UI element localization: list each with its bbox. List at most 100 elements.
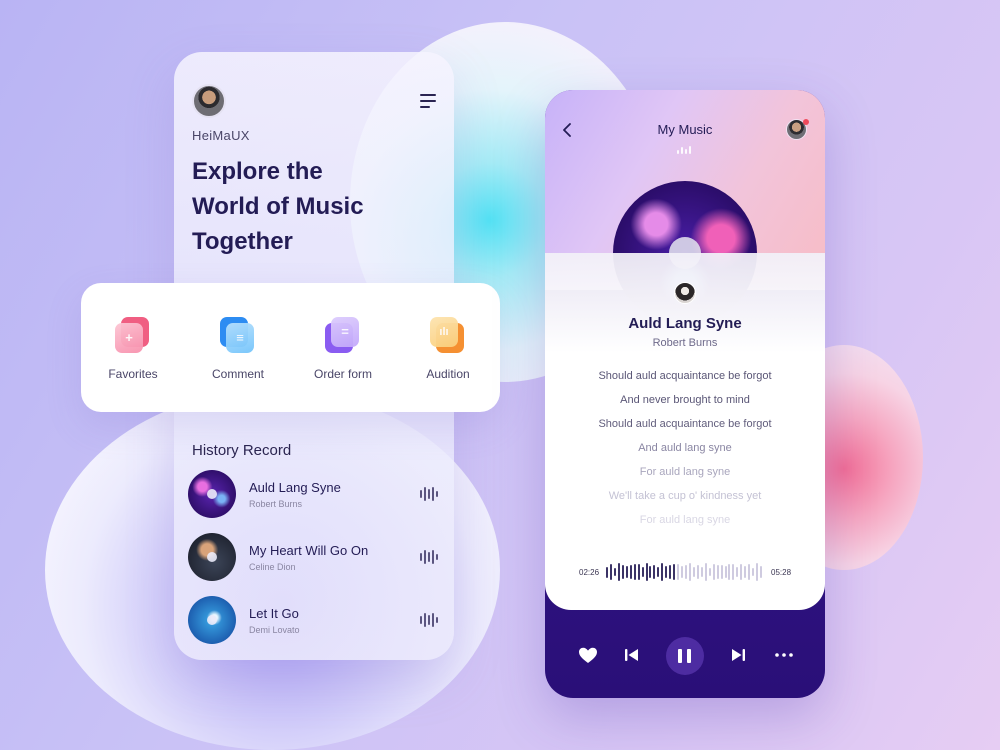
progress-bar-segment [708,568,711,576]
progress-bar-segment [681,565,684,579]
history-item-artist: Robert Burns [249,499,303,509]
progress-bar-segment [613,567,616,577]
waveform-icon[interactable] [420,612,438,628]
album-thumbnail [188,596,236,644]
hero-title-line: World of Music [192,193,364,220]
notification-dot [803,119,809,125]
category-label: Audition [426,367,470,381]
album-thumbnail [188,470,236,518]
category-favorites[interactable]: + Favorites [83,313,183,393]
progress-bar-segment [704,562,707,582]
progress-bar-segment [677,563,680,581]
order-form-icon: = [325,317,361,355]
next-icon[interactable] [727,643,751,667]
progress-bar-segment [629,564,632,580]
history-item-title: Let It Go [249,606,299,621]
progress-bar-segment [760,565,763,579]
player-screen: My Music Auld Lang Syne Robert Burns Sho… [545,90,825,698]
history-item-artist: Demi Lovato [249,625,300,635]
song-title: Auld Lang Syne [628,315,742,332]
progress-bar-segment [720,564,723,580]
category-order-form[interactable]: = Order form [293,313,393,393]
lyric-line: For auld lang syne [639,466,731,478]
comment-icon: ≡ [220,317,256,355]
progress-bar-segment [617,563,620,581]
favorites-icon: + [115,317,151,355]
progress-bar-segment [661,562,664,582]
history-item-title: My Heart Will Go On [249,543,369,558]
progress-bar-segment [756,562,759,582]
progress-bar-segment [716,564,719,580]
artist-avatar[interactable] [674,282,696,304]
hero-title-line: Explore the [192,158,323,185]
progress-bar-segment [665,566,668,578]
progress-bar-segment [621,564,624,580]
playback-controls [545,628,825,682]
category-label: Order form [313,367,372,381]
audition-icon: ılı [430,317,466,355]
history-item-title: Auld Lang Syne [249,480,341,495]
progress-bar-segment [685,565,687,579]
lyrics-panel [545,253,825,610]
progress-bar-segment [645,562,648,582]
lyric-line: For auld lang syne [639,514,731,526]
user-name: HeiMaUX [192,128,250,143]
progress-bar-segment [736,567,739,577]
category-label: Comment [211,367,264,381]
more-icon[interactable] [772,643,796,667]
time-total: 05:28 [771,568,792,577]
progress-bar-segment [700,566,703,578]
progress-bar-segment [732,563,735,581]
progress-bar-segment [752,568,755,576]
album-thumbnail [188,533,236,581]
progress-bar-segment [673,564,676,580]
progress-bar-segment [740,563,743,581]
lyric-line: And auld lang syne [638,442,732,454]
equalizer-icon [677,146,693,154]
category-label: Favorites [108,367,158,381]
progress-bar-segment [712,563,715,581]
progress-bar-segment [641,567,644,577]
lyric-line: Should auld acquaintance be forgot [598,418,772,430]
category-card: + Favorites ≡ Comment = Order form ılı A… [81,283,500,412]
previous-icon[interactable] [619,643,643,667]
history-item[interactable]: Let It Go Demi Lovato [188,596,442,646]
menu-icon[interactable] [420,94,436,108]
progress-bar-segment [606,566,608,578]
heart-icon[interactable] [576,643,600,667]
progress-bar-segment [633,564,636,580]
progress-bar-segment [692,566,695,578]
progress-bar-segment [609,563,612,581]
progress-bar-segment [688,562,691,582]
progress-bar-segment [696,564,699,580]
lyric-line: And never brought to mind [620,394,750,406]
time-current: 02:26 [579,568,600,577]
category-audition[interactable]: ılı Audition [398,313,498,393]
hero-title-line: Together [192,228,293,255]
lyric-line: Should auld acquaintance be forgot [598,370,772,382]
progress-waveform[interactable] [606,560,764,584]
lyric-line: We'll take a cup o' kindness yet [608,490,762,502]
progress-bar-segment [657,567,660,577]
progress-bar-segment [669,565,672,579]
progress-bar-segment [653,564,656,580]
waveform-icon[interactable] [420,549,438,565]
history-item-artist: Celine Dion [249,562,296,572]
waveform-icon[interactable] [420,486,438,502]
history-title: History Record [192,442,292,459]
pause-button[interactable] [666,637,704,675]
history-item[interactable]: My Heart Will Go On Celine Dion [188,533,442,583]
progress-bar-segment [724,565,727,579]
history-item[interactable]: Auld Lang Syne Robert Burns [188,470,442,520]
progress-bar-segment [748,563,751,581]
progress-bar-segment [728,564,731,580]
progress-bar-segment [744,565,747,579]
player-title: My Music [657,122,713,137]
song-artist: Robert Burns [652,337,718,349]
category-comment[interactable]: ≡ Comment [188,313,288,393]
progress-bar-segment [637,564,640,580]
progress-bar-segment [649,566,652,578]
progress-bar-segment [625,565,628,579]
hero-title: Explore the World of Music Together [192,154,442,259]
user-avatar[interactable] [192,84,226,118]
